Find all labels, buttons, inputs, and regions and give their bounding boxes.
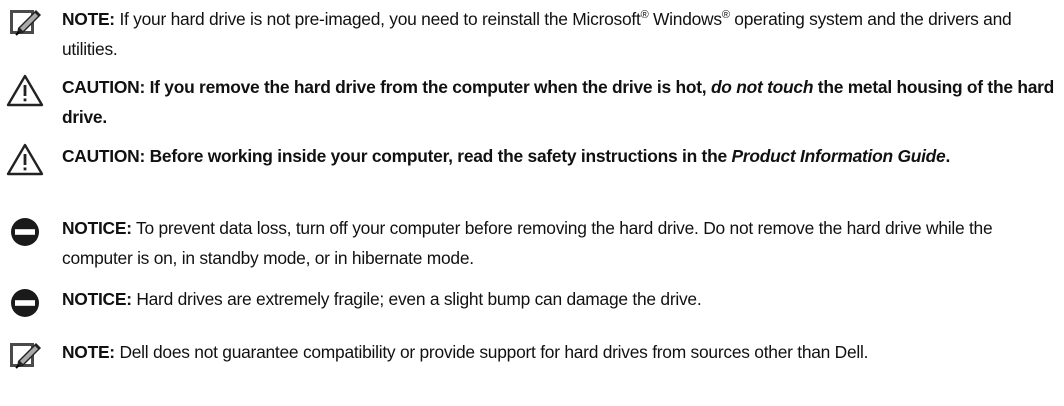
note-label: NOTE: xyxy=(62,9,115,29)
caution-text: CAUTION: Before working inside your comp… xyxy=(62,141,1058,171)
caution-body: If you remove the hard drive from the co… xyxy=(145,77,711,97)
registered-mark: ® xyxy=(721,9,730,21)
note-body: Dell does not guarantee compatibility or… xyxy=(114,342,869,362)
warning-triangle-icon xyxy=(6,74,44,107)
notice-circle-icon xyxy=(11,218,39,246)
notice-body: To prevent data loss, turn off your comp… xyxy=(62,218,993,268)
caution-text: CAUTION: If you remove the hard drive fr… xyxy=(62,72,1058,132)
caution-emphasis: do not touch xyxy=(710,77,814,97)
notice-text: NOTICE: To prevent data loss, turn off y… xyxy=(62,213,1058,273)
notice-body: Hard drives are extremely fragile; even … xyxy=(131,289,702,309)
note-body: If your hard drive is not pre-imaged, yo… xyxy=(114,9,641,29)
document-page: NOTE: If your hard drive is not pre-imag… xyxy=(0,0,1064,406)
caution-label: CAUTION: xyxy=(62,146,146,166)
pencil-note-icon xyxy=(10,343,41,369)
notice-text: NOTICE: Hard drives are extremely fragil… xyxy=(62,284,1058,314)
note-text: NOTE: If your hard drive is not pre-imag… xyxy=(62,4,1058,64)
pencil-note-icon xyxy=(10,10,41,36)
warning-triangle-icon xyxy=(6,143,44,176)
note-text: NOTE: Dell does not guarantee compatibil… xyxy=(62,337,1058,367)
note-label: NOTE: xyxy=(62,342,115,362)
caution-body: Before working inside your computer, rea… xyxy=(145,146,732,166)
caution-label: CAUTION: xyxy=(62,77,146,97)
caution-emphasis: Product Information Guide xyxy=(731,146,946,166)
note-body: Windows xyxy=(648,9,722,29)
notice-label: NOTICE: xyxy=(62,289,132,309)
caution-body: . xyxy=(945,146,951,166)
notice-label: NOTICE: xyxy=(62,218,132,238)
notice-circle-icon xyxy=(11,289,39,317)
